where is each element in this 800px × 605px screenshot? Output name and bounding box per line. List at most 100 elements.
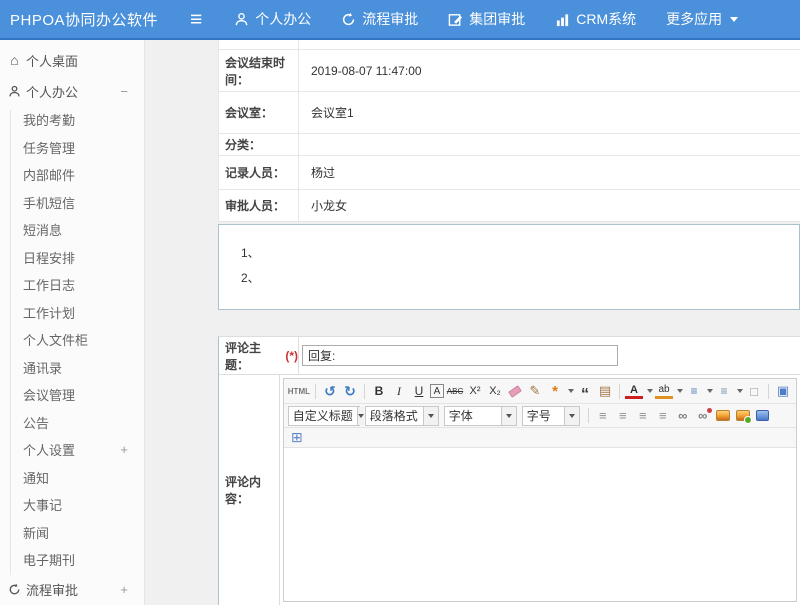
- html-source-icon[interactable]: HTML: [288, 381, 310, 401]
- edit-square-icon: [448, 12, 463, 27]
- nav-label: 流程审批: [362, 9, 418, 29]
- field-label: 分类：: [219, 134, 299, 155]
- collapse-icon[interactable]: −: [120, 84, 128, 99]
- strikethrough-icon[interactable]: ABC: [446, 381, 464, 401]
- sidebar-item-short-message[interactable]: 短消息: [0, 216, 144, 244]
- align-justify-icon[interactable]: ≡: [654, 406, 672, 426]
- field-label: 会议室：: [219, 92, 299, 133]
- nav-group-approval[interactable]: 集团审批: [448, 9, 525, 29]
- sidebar-item-notification[interactable]: 通知: [0, 464, 144, 492]
- preview-monitor-icon[interactable]: ▣: [774, 381, 792, 401]
- chevron-down-icon: [501, 407, 516, 425]
- sidebar-item-personal-office[interactable]: 个人办公 −: [0, 76, 144, 106]
- paragraph-format-dropdown[interactable]: 段落格式: [365, 406, 439, 426]
- highlight-icon[interactable]: ab: [655, 384, 673, 399]
- undo-icon[interactable]: ↺: [321, 381, 339, 401]
- field-value: [299, 134, 800, 155]
- align-right-icon[interactable]: ≡: [634, 406, 652, 426]
- sidebar-item-label: 短消息: [23, 220, 62, 239]
- eraser-icon[interactable]: [506, 381, 524, 401]
- nav-label: 更多应用: [666, 9, 722, 29]
- sidebar-item-e-journal[interactable]: 电子期刊: [0, 546, 144, 574]
- nav-personal-office[interactable]: 个人办公: [234, 9, 311, 29]
- expand-icon[interactable]: +: [120, 442, 128, 457]
- blockquote-icon[interactable]: “: [576, 381, 594, 401]
- sidebar-item-my-attendance[interactable]: 我的考勤: [0, 106, 144, 134]
- meeting-info-table: 会议结束时间： 2019-08-07 11:47:00 会议室： 会议室1 分类…: [218, 40, 800, 222]
- subscript-icon[interactable]: X₂: [486, 381, 504, 401]
- unordered-list-icon[interactable]: ≡: [715, 381, 733, 401]
- dropdown-caret-icon[interactable]: [647, 389, 653, 393]
- dropdown-caret-icon[interactable]: [568, 389, 574, 393]
- redo-icon[interactable]: ↻: [341, 381, 359, 401]
- rich-text-editor: HTML ↺ ↻ B I U A ABC X² X₂ ✎: [283, 378, 797, 602]
- sidebar-item-label: 工作日志: [23, 275, 75, 294]
- sidebar-item-label: 流程审批: [26, 580, 78, 599]
- chevron-down-icon: [357, 407, 364, 425]
- expand-icon[interactable]: +: [120, 582, 128, 597]
- nav-crm-system[interactable]: CRM系统: [555, 9, 636, 29]
- top-nav: 个人办公 流程审批 集团审批 CRM系统 更多应用: [234, 9, 738, 29]
- align-center-icon[interactable]: ≡: [614, 406, 632, 426]
- underline-icon[interactable]: U: [410, 381, 428, 401]
- comment-subject-label: 评论主题：: [225, 339, 282, 373]
- nav-workflow-approval[interactable]: 流程审批: [341, 9, 418, 29]
- sidebar-item-work-log[interactable]: 工作日志: [0, 271, 144, 299]
- align-left-icon[interactable]: ≡: [594, 406, 612, 426]
- sidebar-item-personal-settings[interactable]: 个人设置 +: [0, 436, 144, 464]
- field-value: 杨过: [299, 156, 800, 189]
- upload-image-icon[interactable]: [734, 406, 752, 426]
- sidebar-item-personal-file-cabinet[interactable]: 个人文件柜: [0, 326, 144, 354]
- dropdown-caret-icon[interactable]: [707, 389, 713, 393]
- minutes-line: 1、: [241, 241, 799, 266]
- sidebar-item-label: 会议管理: [23, 385, 75, 404]
- ordered-list-icon[interactable]: ≡: [685, 381, 703, 401]
- dropdown-caret-icon[interactable]: [677, 389, 683, 393]
- sidebar-item-workflow-approval[interactable]: 流程审批 +: [0, 574, 144, 605]
- sidebar-item-work-plan[interactable]: 工作计划: [0, 299, 144, 327]
- insert-table-icon[interactable]: ⊞: [288, 428, 306, 448]
- new-page-icon[interactable]: □: [745, 381, 763, 401]
- insert-image-icon[interactable]: [714, 406, 732, 426]
- insert-link-icon[interactable]: ∞: [674, 406, 692, 426]
- editor-toolbar-row1: HTML ↺ ↻ B I U A ABC X² X₂ ✎: [284, 379, 796, 404]
- chevron-down-icon: [423, 407, 438, 425]
- hamburger-menu-icon[interactable]: ≡: [190, 9, 202, 30]
- insert-media-icon[interactable]: [754, 406, 772, 426]
- font-family-dropdown[interactable]: 字体: [444, 406, 517, 426]
- sidebar-item-news[interactable]: 新闻: [0, 519, 144, 547]
- sidebar-item-desktop[interactable]: ⌂ 个人桌面: [0, 44, 144, 76]
- table-row: 会议室： 会议室1: [219, 92, 800, 134]
- sidebar-item-internal-mail[interactable]: 内部邮件: [0, 161, 144, 189]
- nav-more-apps[interactable]: 更多应用: [666, 9, 738, 29]
- user-icon: [7, 85, 22, 98]
- magic-wand-icon[interactable]: *: [546, 381, 564, 401]
- home-icon: ⌂: [7, 53, 22, 67]
- toolbar-separator: [315, 384, 316, 399]
- custom-title-dropdown[interactable]: 自定义标题: [288, 406, 360, 426]
- editor-content-area[interactable]: [284, 448, 796, 601]
- comment-content-row: 评论内容： HTML ↺ ↻ B I U A ABC: [219, 375, 800, 605]
- superscript-icon[interactable]: X²: [466, 381, 484, 401]
- sidebar-item-meeting-management[interactable]: 会议管理: [0, 381, 144, 409]
- sidebar-item-schedule[interactable]: 日程安排: [0, 244, 144, 272]
- dropdown-caret-icon[interactable]: [737, 389, 743, 393]
- sidebar-item-label: 公告: [23, 413, 49, 432]
- remove-link-icon[interactable]: ∞: [694, 406, 712, 426]
- font-color-icon[interactable]: A: [625, 384, 643, 399]
- sidebar-item-mobile-sms[interactable]: 手机短信: [0, 189, 144, 217]
- sidebar-item-task-management[interactable]: 任务管理: [0, 134, 144, 162]
- sidebar-item-contacts[interactable]: 通讯录: [0, 354, 144, 382]
- sidebar-item-memorabilia[interactable]: 大事记: [0, 491, 144, 519]
- italic-icon[interactable]: I: [390, 381, 408, 401]
- format-brush-icon[interactable]: ✎: [526, 381, 544, 401]
- font-box-icon[interactable]: A: [430, 384, 444, 398]
- comment-subject-input[interactable]: [302, 345, 618, 366]
- sidebar-item-label: 新闻: [23, 523, 49, 542]
- sidebar-item-label: 个人设置: [23, 440, 75, 459]
- bold-icon[interactable]: B: [370, 381, 388, 401]
- sidebar-item-announcement[interactable]: 公告: [0, 409, 144, 437]
- insert-date-icon[interactable]: ▤: [596, 381, 614, 401]
- nav-label: 个人办公: [255, 9, 311, 29]
- font-size-dropdown[interactable]: 字号: [522, 406, 580, 426]
